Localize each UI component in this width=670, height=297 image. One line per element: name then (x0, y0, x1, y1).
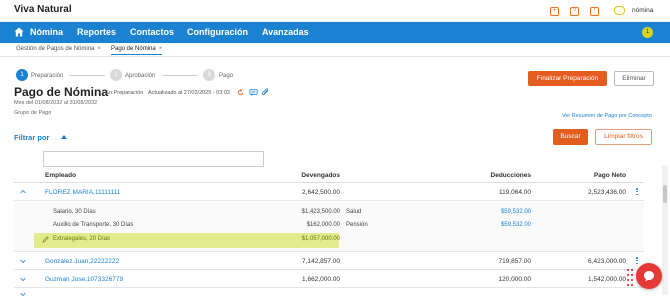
updated-timestamp: Actualizado al 27/02/2025 - 03:03 (148, 90, 230, 96)
column-header-net-pay[interactable]: Pago Neto (540, 172, 626, 179)
top-icon-group: + ? ! (550, 6, 610, 16)
net-pay-value: 6,423,000.00 (588, 258, 626, 265)
payroll-table: Empleado Devengados Deducciones Pago Net… (14, 150, 644, 297)
deductions-value: 120,000.00 (498, 276, 531, 283)
step-1-label: Preparación (31, 73, 64, 79)
table-row[interactable]: Gonzalez Juan,22222222 7,142,857.00 719,… (14, 253, 644, 270)
refresh-icon[interactable] (236, 88, 245, 97)
search-button[interactable]: Buscar (553, 129, 588, 145)
employee-name-link[interactable]: Gonzalez Juan,22222222 (45, 258, 119, 265)
table-row[interactable]: FLOREZ MARIA,11111111 2,642,500.00 119,0… (14, 184, 644, 201)
drag-handle-icon[interactable] (626, 268, 634, 286)
stepper: 1 Preparación 2 Aprobación 3 Pago (0, 69, 300, 83)
main-nav: Nómina Reportes Contactos Configuración … (0, 22, 670, 43)
finalize-button[interactable]: Finalizar Preparación (528, 71, 607, 86)
earning-item-value: $162,000.00 (306, 222, 340, 228)
user-avatar-icon[interactable] (614, 6, 625, 15)
step-2-label: Aprobación (125, 73, 156, 79)
nav-item-nomina[interactable]: Nómina (30, 27, 63, 37)
tab-gestion-pagos[interactable]: Gestión de Pagos de Nómina × (16, 46, 101, 52)
clear-filters-button[interactable]: Limpiar filtros (595, 129, 652, 145)
page-title: Pago de Nómina (14, 85, 109, 99)
plus-icon[interactable]: + (550, 6, 559, 16)
top-bar: Viva Natural + ? ! nómina (0, 0, 670, 22)
deduction-item-label: Salud (346, 209, 362, 215)
deductions-value: 119,064.00 (498, 189, 531, 196)
deductions-value: 719,857.00 (498, 258, 531, 265)
earnings-value: 7,142,857.00 (302, 258, 340, 265)
employee-filter-input[interactable] (43, 151, 264, 167)
row-menu-icon[interactable] (636, 188, 638, 196)
table-header: Empleado Devengados Deducciones Pago Net… (14, 169, 644, 183)
help-icon[interactable]: ? (570, 6, 579, 16)
tab-bar: Gestión de Pagos de Nómina × Pago de Nómi… (0, 43, 670, 57)
row-menu-icon[interactable] (636, 257, 638, 265)
close-icon[interactable]: × (159, 46, 163, 52)
net-pay-value: 2,523,436.00 (588, 189, 626, 196)
chat-bubble-icon (644, 271, 654, 282)
deduction-item-value[interactable]: $59,532.00 (445, 222, 531, 228)
pay-group: Grupo de Pago (14, 110, 52, 116)
chevron-down-icon[interactable] (20, 258, 26, 264)
notification-icon[interactable]: ! (590, 6, 599, 16)
earnings-value: 1,662,000.00 (302, 276, 340, 283)
net-pay-value: 1,542,000.00 (588, 276, 626, 283)
deduction-item-value[interactable]: $59,532.00 (445, 209, 531, 215)
edit-icon[interactable] (42, 236, 49, 243)
close-icon[interactable]: × (97, 46, 101, 52)
step-connector (69, 75, 105, 76)
chat-icon[interactable] (249, 88, 258, 97)
delete-button[interactable]: Eliminar (614, 71, 654, 86)
column-header-deductions[interactable]: Deducciones (445, 172, 531, 179)
step-2-circle: 2 (110, 69, 122, 81)
tab-label: Pago de Nómina (111, 46, 156, 52)
earning-item-value: $1,423,500.00 (301, 209, 340, 215)
step-3-circle: 3 (203, 69, 215, 81)
nav-item-contactos[interactable]: Contactos (130, 27, 174, 37)
summary-by-concept-link[interactable]: Ver Resumen de Pago por Concepto (562, 113, 652, 119)
filter-toggle[interactable]: Filtrar por (14, 133, 49, 142)
chevron-down-icon[interactable] (20, 291, 26, 297)
column-header-employee[interactable]: Empleado (45, 172, 76, 179)
earning-item-label[interactable]: Extralegales, 20 Días (53, 236, 110, 242)
tab-label: Gestión de Pagos de Nómina (16, 46, 95, 52)
employee-name-link[interactable]: FLOREZ MARIA,11111111 (45, 189, 120, 196)
chat-button[interactable] (636, 263, 662, 289)
tab-pago-nomina[interactable]: Pago de Nómina × (111, 46, 163, 55)
table-row[interactable] (14, 289, 644, 297)
pay-period: Mes del 01/08/2032 al 31/08/2032 (14, 100, 98, 106)
step-1-circle: 1 (16, 69, 28, 81)
deduction-item-label: Pensión (346, 222, 368, 228)
earning-item-label: Auxilio de Transporte, 30 Días (53, 222, 134, 228)
nav-item-configuracion[interactable]: Configuración (187, 27, 248, 37)
attachment-icon[interactable] (261, 88, 270, 97)
step-3-label: Pago (219, 73, 234, 79)
row-detail-panel: Salario, 30 Días $1,423,500.00 Auxilio d… (14, 202, 644, 252)
step-connector (162, 75, 198, 76)
scrollbar-thumb[interactable] (663, 185, 667, 203)
chevron-down-icon[interactable] (20, 276, 26, 282)
table-row[interactable]: Guzman Jose,1073326779 1,662,000.00 120,… (14, 271, 644, 288)
earning-item-value: $1,057,000.00 (301, 236, 340, 242)
employee-name-link[interactable]: Guzman Jose,1073326779 (45, 276, 123, 283)
nav-item-avanzadas[interactable]: Avanzadas (262, 27, 309, 37)
earnings-value: 2,642,500.00 (302, 189, 340, 196)
column-header-earnings[interactable]: Devengados (254, 172, 340, 179)
status-label: - En Preparación (102, 90, 144, 96)
chevron-up-icon[interactable] (20, 189, 26, 195)
nav-item-reportes[interactable]: Reportes (77, 27, 116, 37)
home-icon[interactable] (14, 27, 24, 37)
chevron-up-icon[interactable] (61, 135, 67, 139)
app-title: Viva Natural (14, 4, 72, 15)
earning-item-label: Salario, 30 Días (53, 209, 96, 215)
nav-notification-badge[interactable]: 1 (642, 27, 653, 38)
user-name[interactable]: nómina (632, 7, 653, 14)
